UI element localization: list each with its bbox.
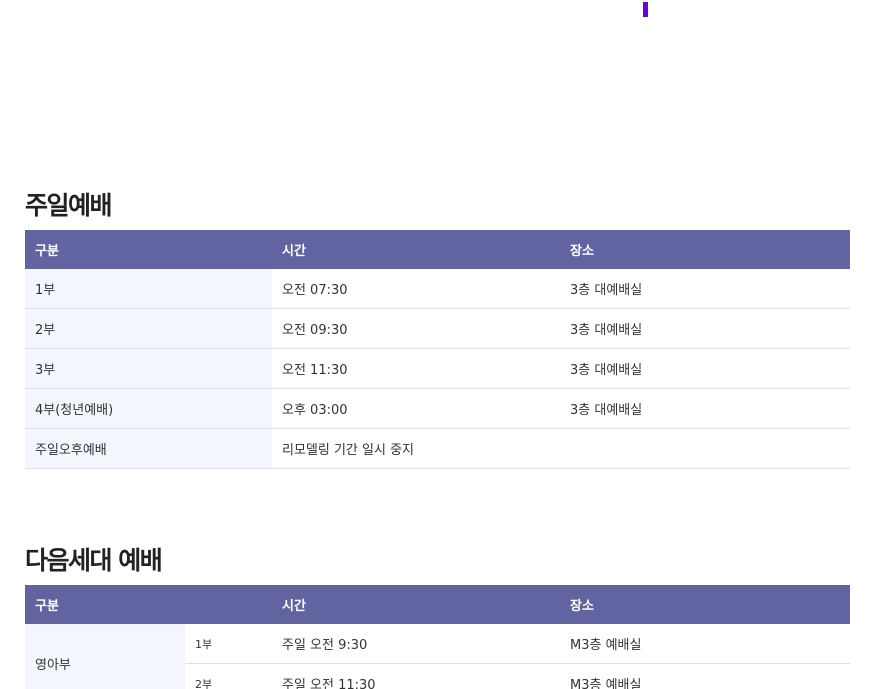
row-subcategory: 1부 (185, 624, 272, 664)
row-time: 주일 오전 9:30 (272, 624, 560, 664)
header-category: 구분 (25, 585, 272, 624)
row-category: 1부 (25, 269, 272, 309)
table-row: 1부 오전 07:30 3층 대예배실 (25, 269, 850, 309)
table-row: 3부 오전 11:30 3층 대예배실 (25, 348, 850, 389)
table-row: 영아부 1부 주일 오전 9:30 M3층 예배실 (25, 624, 850, 689)
row-place: 3층 대예배실 (560, 388, 850, 429)
table-row: 2부 오전 09:30 3층 대예배실 (25, 308, 850, 349)
header-category: 구분 (25, 230, 272, 269)
table-row: 4부(청년예배) 오후 03:00 3층 대예배실 (25, 388, 850, 429)
header-time: 시간 (272, 585, 560, 624)
row-place: M3층 예배실 (560, 663, 850, 689)
header-place: 장소 (560, 230, 850, 269)
section-title-next-generation: 다음세대 예배 (25, 546, 163, 575)
sunday-worship-table: 구분 시간 장소 1부 오전 07:30 3층 대예배실 2부 오전 09:30… (25, 230, 850, 469)
row-time: 주일 오전 11:30 (272, 663, 560, 689)
row-place: 3층 대예배실 (560, 269, 850, 309)
header-time: 시간 (272, 230, 560, 269)
next-generation-table: 구분 시간 장소 영아부 1부 주일 오전 9:30 M3층 예배실 2부 주일… (25, 585, 850, 689)
row-place: 3층 대예배실 (560, 348, 850, 389)
table-header-row: 구분 시간 장소 (25, 230, 850, 269)
row-subcategory: 2부 (185, 663, 272, 689)
header-place: 장소 (560, 585, 850, 624)
section-title-sunday-worship: 주일예배 (25, 191, 113, 220)
row-category: 2부 (25, 308, 272, 349)
row-category: 영아부 (25, 624, 185, 689)
row-category: 4부(청년예배) (25, 388, 272, 429)
row-place: M3층 예배실 (560, 624, 850, 664)
accent-mark (643, 2, 648, 17)
page: 주일예배 구분 시간 장소 1부 오전 07:30 3층 대예배실 2부 오전 … (0, 0, 885, 689)
row-category: 주일오후예배 (25, 428, 272, 469)
row-time: 리모델링 기간 일시 중지 (272, 428, 560, 469)
row-time: 오후 03:00 (272, 388, 560, 429)
row-category: 3부 (25, 348, 272, 389)
table-header-row: 구분 시간 장소 (25, 585, 850, 624)
row-place (560, 428, 850, 469)
table-row: 주일오후예배 리모델링 기간 일시 중지 (25, 428, 850, 469)
row-time: 오전 09:30 (272, 308, 560, 349)
row-time: 오전 11:30 (272, 348, 560, 389)
row-time: 오전 07:30 (272, 269, 560, 309)
row-place: 3층 대예배실 (560, 308, 850, 349)
